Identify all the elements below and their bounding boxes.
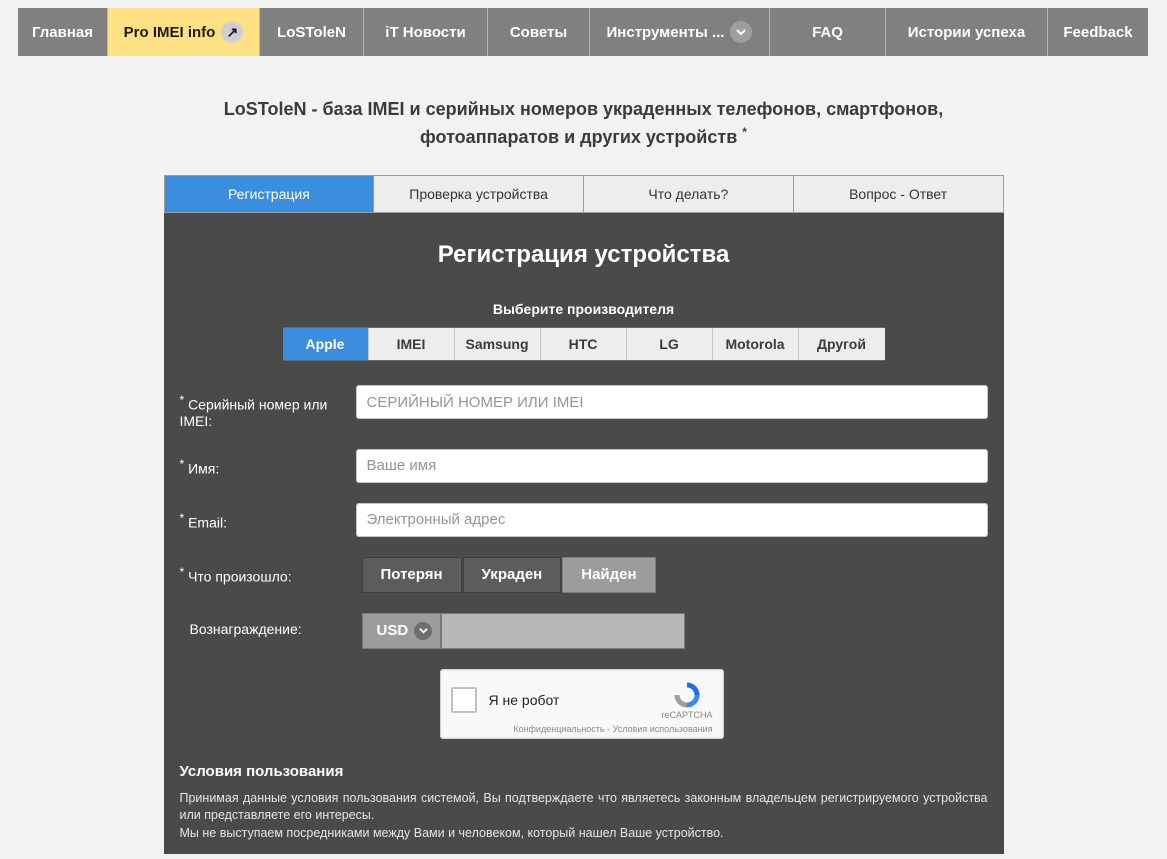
mfr-motorola[interactable]: Motorola bbox=[713, 328, 799, 360]
registration-panel: Регистрация устройства Выберите производ… bbox=[164, 213, 1004, 854]
status-found-button[interactable]: Найден bbox=[562, 557, 655, 593]
mfr-imei[interactable]: IMEI bbox=[369, 328, 455, 360]
heading-line2: фотоаппаратов и других устройств bbox=[420, 127, 737, 147]
nav-home[interactable]: Главная bbox=[18, 8, 108, 56]
serial-input[interactable] bbox=[356, 385, 988, 419]
email-label: * Email: bbox=[180, 503, 356, 531]
recaptcha-checkbox[interactable] bbox=[451, 687, 477, 713]
nav-tools[interactable]: Инструменты ... bbox=[590, 8, 770, 56]
name-input[interactable] bbox=[356, 449, 988, 483]
what-happened-label: * Что произошло: bbox=[180, 557, 362, 585]
recaptcha: Я не робот reCAPTCHA Конфиденциальность … bbox=[440, 669, 724, 739]
manufacturer-tabs: Apple IMEI Samsung HTC LG Motorola Друго… bbox=[283, 327, 885, 361]
tab-registration[interactable]: Регистрация bbox=[165, 176, 375, 212]
reward-label: Вознаграждение: bbox=[180, 613, 362, 637]
nav-lostolen[interactable]: LoSToleN bbox=[260, 8, 364, 56]
tab-check-device[interactable]: Проверка устройства bbox=[374, 176, 584, 212]
nav-it-news[interactable]: iT Новости bbox=[364, 8, 488, 56]
recaptcha-label: Я не робот bbox=[489, 692, 662, 708]
mfr-samsung[interactable]: Samsung bbox=[455, 328, 541, 360]
nav-pro-imei-info[interactable]: Pro IMEI info ↗ bbox=[108, 8, 260, 56]
heading-line1: LoSToleN - база IMEI и серийных номеров … bbox=[224, 99, 943, 119]
serial-label: * Серийный номер или IMEI: bbox=[180, 385, 356, 429]
external-link-icon: ↗ bbox=[221, 21, 243, 43]
tab-what-to-do[interactable]: Что делать? bbox=[584, 176, 794, 212]
mfr-lg[interactable]: LG bbox=[627, 328, 713, 360]
nav-faq[interactable]: FAQ bbox=[770, 8, 886, 56]
tab-faq[interactable]: Вопрос - Ответ bbox=[794, 176, 1003, 212]
panel-title: Регистрация устройства bbox=[180, 241, 988, 269]
nav-tips[interactable]: Советы bbox=[488, 8, 590, 56]
top-nav: Главная Pro IMEI info ↗ LoSToleN iT Ново… bbox=[0, 0, 1167, 66]
mfr-other[interactable]: Другой bbox=[799, 328, 885, 360]
chevron-down-icon bbox=[414, 622, 432, 640]
mfr-apple[interactable]: Apple bbox=[283, 328, 369, 360]
name-label: * Имя: bbox=[180, 449, 356, 477]
nav-success-stories[interactable]: Истории успеха bbox=[886, 8, 1048, 56]
email-input[interactable] bbox=[356, 503, 988, 537]
asterisk: * bbox=[742, 125, 747, 139]
nav-label: Инструменты ... bbox=[607, 24, 725, 41]
reward-input[interactable] bbox=[441, 613, 685, 649]
recaptcha-footer: Конфиденциальность - Условия использован… bbox=[451, 724, 713, 734]
page-heading: LoSToleN - база IMEI и серийных номеров … bbox=[0, 66, 1167, 175]
recaptcha-icon bbox=[672, 680, 702, 710]
currency-value: USD bbox=[377, 622, 409, 639]
chevron-down-icon bbox=[730, 21, 752, 43]
subtabs: Регистрация Проверка устройства Что дела… bbox=[164, 175, 1004, 213]
terms-text: Принимая данные условия пользования сист… bbox=[180, 790, 988, 843]
mfr-htc[interactable]: HTC bbox=[541, 328, 627, 360]
status-lost-button[interactable]: Потерян bbox=[362, 557, 462, 593]
nav-feedback[interactable]: Feedback bbox=[1048, 8, 1148, 56]
terms-heading: Условия пользования bbox=[180, 763, 988, 780]
status-stolen-button[interactable]: Украден bbox=[463, 557, 562, 593]
nav-label: Pro IMEI info bbox=[124, 24, 216, 41]
recaptcha-logo: reCAPTCHA bbox=[661, 680, 712, 720]
manufacturer-label: Выберите производителя bbox=[180, 301, 988, 317]
currency-select[interactable]: USD bbox=[362, 613, 442, 649]
